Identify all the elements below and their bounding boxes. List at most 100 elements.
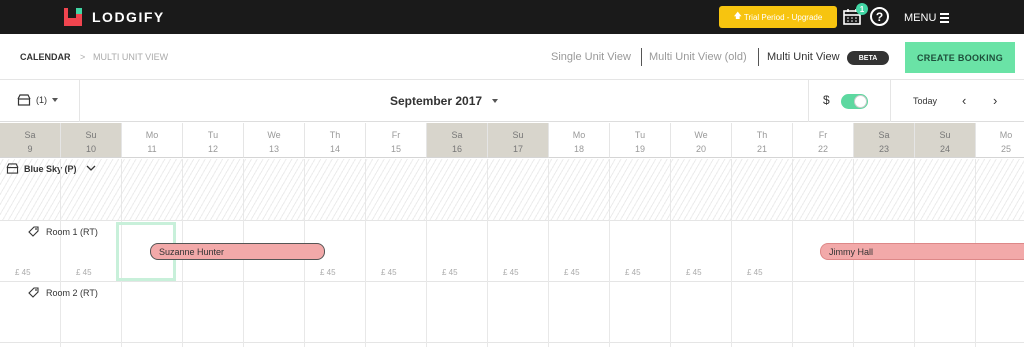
room-name: Room 1 (RT) [46,226,98,237]
breadcrumb-separator: > [80,52,86,62]
day-date: 25 [1000,144,1011,154]
day-header: Su 10 [61,123,122,158]
chevron-down-icon [86,165,95,171]
grid-line [670,159,671,347]
day-name: Su [939,130,951,140]
day-name: Fr [818,130,828,140]
day-name: Su [512,130,524,140]
today-button[interactable]: Today [913,96,937,106]
top-bar: LODGIFY 🡅 Trial Period - Upgrade 1 ? MEN… [0,0,1024,34]
day-date: 13 [268,144,279,154]
booking-bar[interactable]: Jimmy Hall [820,243,1024,260]
booking-bar[interactable]: Suzanne Hunter [150,243,325,260]
room-name: Room 2 (RT) [46,287,98,298]
grid-line [731,159,732,347]
beta-badge: BETA [847,51,889,65]
day-header: We 20 [671,123,732,158]
day-date: 23 [878,144,889,154]
grid-line [487,159,488,347]
day-date: 16 [451,144,462,154]
day-date: 15 [390,144,401,154]
day-date: 9 [27,144,33,154]
grid-line [60,159,61,347]
toolbar-divider [890,80,891,122]
chevron-down-icon [52,98,58,102]
lodgify-logo[interactable]: LODGIFY [64,8,165,26]
day-name: We [267,130,281,140]
day-date: 11 [147,144,157,154]
day-header: Tu 19 [610,123,671,158]
month-label: September 2017 [390,94,483,108]
price-label: £ 45 [76,268,92,277]
chevron-down-icon [492,99,499,103]
breadcrumb-calendar[interactable]: CALENDAR [20,52,71,62]
day-name: Tu [634,130,646,140]
day-header: Su 24 [915,123,976,158]
price-label: £ 45 [442,268,458,277]
multi-unit-view-link[interactable]: Multi Unit View [767,51,840,63]
room-label[interactable]: Room 1 (RT) [28,226,98,237]
filter-count: (1) [36,95,47,105]
day-name: Sa [878,130,890,140]
multi-unit-view-old-link[interactable]: Multi Unit View (old) [649,51,747,63]
day-name: Mo [572,130,586,140]
price-label: £ 45 [503,268,519,277]
month-selector[interactable]: September 2017 [390,94,499,108]
grid-line [426,159,427,347]
create-booking-button[interactable]: CREATE BOOKING [905,42,1015,73]
logo-text: LODGIFY [92,9,165,25]
property-row [0,159,1024,221]
day-date: 24 [939,144,950,154]
logo-icon [64,8,82,26]
menu-button[interactable]: MENU [904,12,950,24]
chevron-left-icon[interactable]: ‹ [962,93,966,108]
day-name: We [694,130,708,140]
view-divider [758,48,759,66]
day-date: 20 [695,144,706,154]
day-name: Tu [207,130,219,140]
day-name: Th [329,130,341,140]
day-name: Mo [999,130,1013,140]
room-label[interactable]: Room 2 (RT) [28,287,98,298]
day-header: Fr 22 [793,123,854,158]
day-name: Sa [24,130,36,140]
day-header: Su 17 [488,123,549,158]
day-date: 18 [573,144,584,154]
toolbar-divider [79,80,80,122]
arrow-up-icon: 🡅 [733,11,742,20]
single-unit-view-link[interactable]: Single Unit View [551,51,631,63]
tag-icon [28,287,39,298]
room-row [0,282,1024,343]
house-icon [6,163,19,174]
booking-guest-name: Jimmy Hall [829,246,873,257]
property-filter-dropdown[interactable]: (1) [17,94,58,106]
price-label: £ 45 [564,268,580,277]
day-header: Sa 23 [854,123,915,158]
day-date: 19 [634,144,645,154]
price-label: £ 45 [686,268,702,277]
help-icon[interactable]: ? [870,7,889,26]
day-header: Th 21 [732,123,793,158]
chevron-right-icon[interactable]: › [993,93,997,108]
grid-line [365,159,366,347]
day-name: Th [756,130,768,140]
day-date: 12 [207,144,218,154]
day-date: 10 [85,144,96,154]
grid-line [548,159,549,347]
price-toggle[interactable] [841,94,868,109]
day-name: Sa [451,130,463,140]
notification-badge: 1 [856,3,868,15]
toolbar-divider [808,80,809,122]
price-label: £ 45 [381,268,397,277]
trial-upgrade-button[interactable]: 🡅 Trial Period - Upgrade [719,6,837,28]
property-name: Blue Sky (P) [24,163,77,174]
tag-icon [28,226,39,237]
day-header: Mo 25 [976,123,1024,158]
day-date: 17 [512,144,523,154]
grid-line [609,159,610,347]
dollar-icon: $ [823,93,830,107]
day-name: Mo [145,130,159,140]
price-label: £ 45 [625,268,641,277]
property-toggle[interactable]: Blue Sky (P) [6,163,96,174]
day-header: We 13 [244,123,305,158]
